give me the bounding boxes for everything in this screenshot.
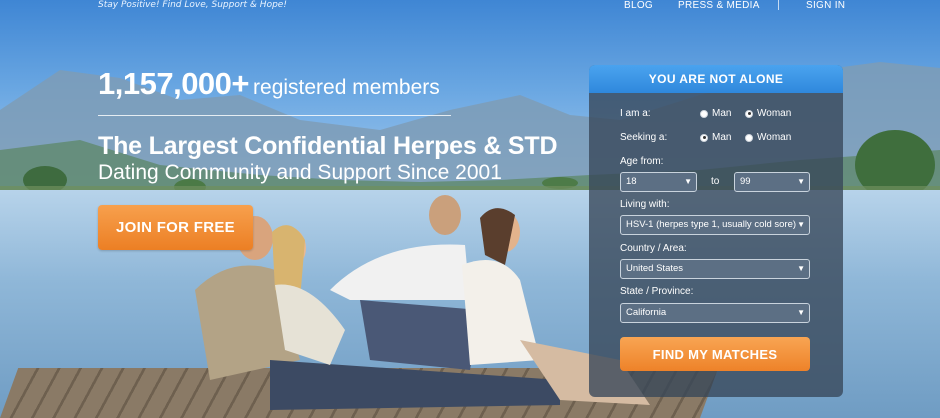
select-value: United States	[626, 263, 684, 274]
radio-icon	[745, 133, 753, 142]
seeking-man-radio[interactable]: Man	[700, 132, 731, 143]
radio-selected-icon	[745, 109, 753, 118]
find-matches-button[interactable]: FIND MY MATCHES	[620, 337, 810, 371]
age-to-label: to	[711, 176, 720, 187]
person-hair	[480, 208, 515, 265]
select-value: 18	[626, 176, 637, 187]
select-value: HSV-1 (herpes type 1, usually cold sore)	[626, 219, 797, 230]
radio-label: Man	[712, 132, 732, 143]
person-legs	[270, 360, 560, 410]
country-label: Country / Area:	[620, 243, 687, 254]
page-headline: The Largest Confidential Herpes & STD	[98, 132, 558, 160]
member-count: 1,157,000+	[98, 66, 250, 101]
nav-sign-in[interactable]: SIGN IN	[806, 0, 845, 11]
chevron-down-icon: ▼	[797, 308, 805, 317]
nav-press-media[interactable]: PRESS & MEDIA	[678, 0, 760, 11]
site-tagline: Stay Positive! Find Love, Support & Hope…	[98, 0, 287, 10]
radio-label: Man	[712, 108, 732, 119]
i-am-woman-radio[interactable]: Woman	[745, 108, 791, 119]
member-count-suffix: registered members	[253, 76, 440, 99]
panel-title: YOU ARE NOT ALONE	[589, 65, 843, 93]
age-from-select[interactable]: 18 ▼	[620, 172, 697, 192]
age-to-select[interactable]: 99 ▼	[734, 172, 810, 192]
country-select[interactable]: United States ▼	[620, 259, 810, 279]
chevron-down-icon: ▼	[797, 220, 805, 229]
state-select[interactable]: California ▼	[620, 303, 810, 323]
hero-divider	[98, 115, 451, 116]
seeking-woman-radio[interactable]: Woman	[745, 132, 791, 143]
radio-icon	[700, 109, 708, 118]
age-from-label: Age from:	[620, 156, 664, 167]
chevron-down-icon: ▼	[797, 177, 805, 186]
nav-blog[interactable]: BLOG	[624, 0, 653, 11]
join-for-free-button[interactable]: JOIN FOR FREE	[98, 205, 253, 250]
match-search-panel: YOU ARE NOT ALONE I am a: Man Woman Seek…	[589, 65, 843, 397]
select-value: California	[626, 307, 667, 318]
radio-selected-icon	[700, 133, 708, 142]
seeking-label: Seeking a:	[620, 132, 668, 143]
radio-label: Woman	[757, 108, 792, 119]
radio-label: Woman	[757, 132, 792, 143]
state-label: State / Province:	[620, 286, 694, 297]
person-body	[330, 244, 470, 300]
living-with-label: Living with:	[620, 199, 670, 210]
i-am-label: I am a:	[620, 108, 651, 119]
person-legs	[360, 300, 480, 370]
member-count-line: 1,157,000+ registered members	[98, 66, 440, 102]
chevron-down-icon: ▼	[684, 177, 692, 186]
select-value: 99	[740, 176, 751, 187]
living-with-select[interactable]: HSV-1 (herpes type 1, usually cold sore)…	[620, 215, 810, 235]
page-subheadline: Dating Community and Support Since 2001	[98, 161, 502, 184]
nav-divider	[778, 0, 779, 10]
person-head	[429, 195, 461, 235]
i-am-man-radio[interactable]: Man	[700, 108, 731, 119]
chevron-down-icon: ▼	[797, 264, 805, 273]
